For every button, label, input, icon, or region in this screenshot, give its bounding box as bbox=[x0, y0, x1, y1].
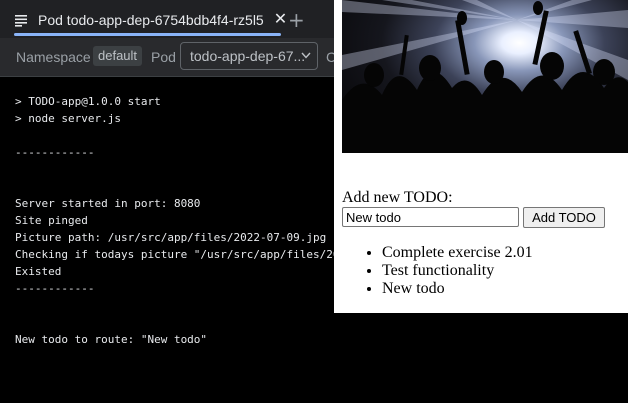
todo-item: Complete exercise 2.01 bbox=[382, 244, 533, 262]
add-todo-heading: Add new TODO: bbox=[342, 189, 453, 206]
log-line: Picture path: /usr/src/app/files/2022-07… bbox=[15, 231, 327, 244]
log-line: Existed bbox=[15, 265, 62, 278]
hero-image bbox=[342, 0, 628, 153]
log-line: > TODO-app@1.0.0 start bbox=[15, 95, 161, 108]
log-line: Site pinged bbox=[15, 214, 88, 227]
chevron-down-icon bbox=[301, 43, 311, 69]
log-line: ------------ bbox=[15, 146, 95, 159]
namespace-label: Namespace bbox=[16, 49, 91, 65]
todo-list: Complete exercise 2.01Test functionality… bbox=[342, 244, 533, 298]
todo-app-page: Add new TODO: Add TODO Complete exercise… bbox=[334, 0, 628, 313]
pod-select[interactable]: todo-app-dep-67... bbox=[180, 42, 318, 70]
todo-item: New todo bbox=[382, 280, 533, 298]
add-tab-icon[interactable]: + bbox=[288, 6, 305, 34]
log-output: > TODO-app@1.0.0 start > node server.js --… bbox=[15, 93, 334, 348]
todo-item: Test functionality bbox=[382, 262, 533, 280]
pod-label: Pod bbox=[151, 49, 176, 65]
tab-bar: Pod todo-app-dep-6754bdb4f4-rz5l5 ✕ + bbox=[0, 0, 334, 38]
log-line: New todo to route: "New todo" bbox=[15, 333, 208, 346]
namespace-badge: default bbox=[93, 46, 143, 66]
log-toolbar: Namespace default Pod todo-app-dep-67...… bbox=[0, 38, 334, 77]
log-line: > node server.js bbox=[15, 112, 121, 125]
pod-select-value: todo-app-dep-67... bbox=[190, 48, 306, 64]
tab-title: Pod todo-app-dep-6754bdb4f4-rz5l5 bbox=[38, 12, 264, 28]
log-line: ------------ bbox=[15, 282, 95, 295]
log-viewer-panel: Pod todo-app-dep-6754bdb4f4-rz5l5 ✕ + Na… bbox=[0, 0, 334, 403]
todo-input[interactable] bbox=[342, 207, 519, 227]
log-line: Checking if todays picture "/usr/src/app… bbox=[15, 248, 334, 261]
lines-icon bbox=[14, 13, 28, 27]
close-icon[interactable]: ✕ bbox=[274, 12, 287, 28]
log-line: Server started in port: 8080 bbox=[15, 197, 201, 210]
container-label: C bbox=[326, 49, 334, 65]
add-todo-button[interactable]: Add TODO bbox=[523, 207, 605, 228]
active-tab-indicator bbox=[14, 33, 281, 36]
tab-pod-logs[interactable]: Pod todo-app-dep-6754bdb4f4-rz5l5 ✕ bbox=[14, 6, 287, 34]
